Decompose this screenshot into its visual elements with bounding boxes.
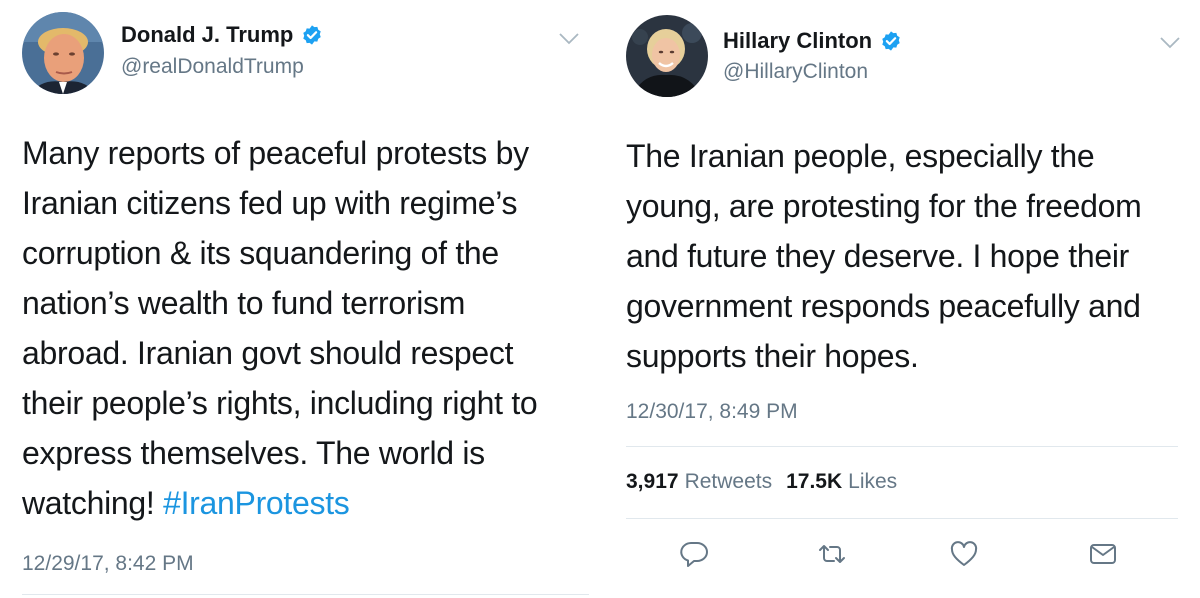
likes-count[interactable]: 17.5K (786, 470, 842, 494)
tweet-text-line: Iranian citizens fed up with regime’s (22, 185, 518, 221)
tweet-text: Many reports of peaceful protests by Ira… (22, 128, 582, 528)
tweet-text-line: and future they deserve. I hope their (626, 238, 1130, 274)
tweet-timestamp[interactable]: 12/30/17, 8:49 PM (626, 400, 798, 424)
hashtag-link[interactable]: #IranProtests (163, 485, 350, 521)
author-row: Hillary Clinton (723, 28, 902, 54)
tweet-text-line: corruption & its squandering of the (22, 235, 499, 271)
likes-label[interactable]: Likes (848, 470, 897, 494)
user-handle[interactable]: @HillaryClinton (723, 60, 868, 84)
tweet-text: The Iranian people, especially the young… (626, 131, 1191, 381)
author-row: Donald J. Trump (121, 22, 323, 48)
tweet-text-line: Many reports of peaceful protests by (22, 135, 529, 171)
tweet-text-line: government responds peacefully and (626, 288, 1141, 324)
direct-message-icon[interactable] (1087, 538, 1119, 570)
tweet-trump[interactable]: Donald J. Trump @realDonaldTrump Many re… (0, 0, 597, 598)
chevron-down-icon[interactable] (558, 32, 580, 46)
engagement-stats: 3,917 Retweets 17.5K Likes (626, 470, 911, 494)
tweet-text-line: their people’s rights, including right t… (22, 385, 538, 421)
reply-icon[interactable] (678, 538, 710, 570)
display-name[interactable]: Donald J. Trump (121, 22, 293, 48)
tweet-text-fragment: watching! (22, 485, 155, 521)
tweet-text-line: express themselves. The world is (22, 435, 485, 471)
avatar[interactable] (626, 15, 708, 97)
user-handle[interactable]: @realDonaldTrump (121, 55, 304, 79)
retweets-count[interactable]: 3,917 (626, 470, 679, 494)
divider (626, 518, 1178, 519)
tweet-text-line: nation’s wealth to fund terrorism (22, 285, 466, 321)
retweets-label[interactable]: Retweets (685, 470, 773, 494)
verified-badge-icon (880, 30, 902, 52)
heart-icon[interactable] (948, 538, 980, 570)
avatar-image (22, 12, 104, 94)
tweet-timestamp[interactable]: 12/29/17, 8:42 PM (22, 552, 194, 576)
divider (22, 594, 589, 595)
chevron-down-icon[interactable] (1159, 36, 1181, 50)
tweet-text-line: supports their hopes. (626, 338, 919, 374)
divider (626, 446, 1178, 447)
tweet-clinton[interactable]: Hillary Clinton @HillaryClinton The Iran… (603, 0, 1200, 598)
verified-badge-icon (301, 24, 323, 46)
retweet-icon[interactable] (816, 538, 848, 570)
tweet-text-line: The Iranian people, especially the (626, 138, 1095, 174)
tweet-text-line: abroad. Iranian govt should respect (22, 335, 514, 371)
tweet-text-line: young, are protesting for the freedom (626, 188, 1142, 224)
tweet-text-line: watching! #IranProtests (22, 478, 582, 528)
display-name[interactable]: Hillary Clinton (723, 28, 872, 54)
avatar-image (626, 15, 708, 97)
avatar[interactable] (22, 12, 104, 94)
